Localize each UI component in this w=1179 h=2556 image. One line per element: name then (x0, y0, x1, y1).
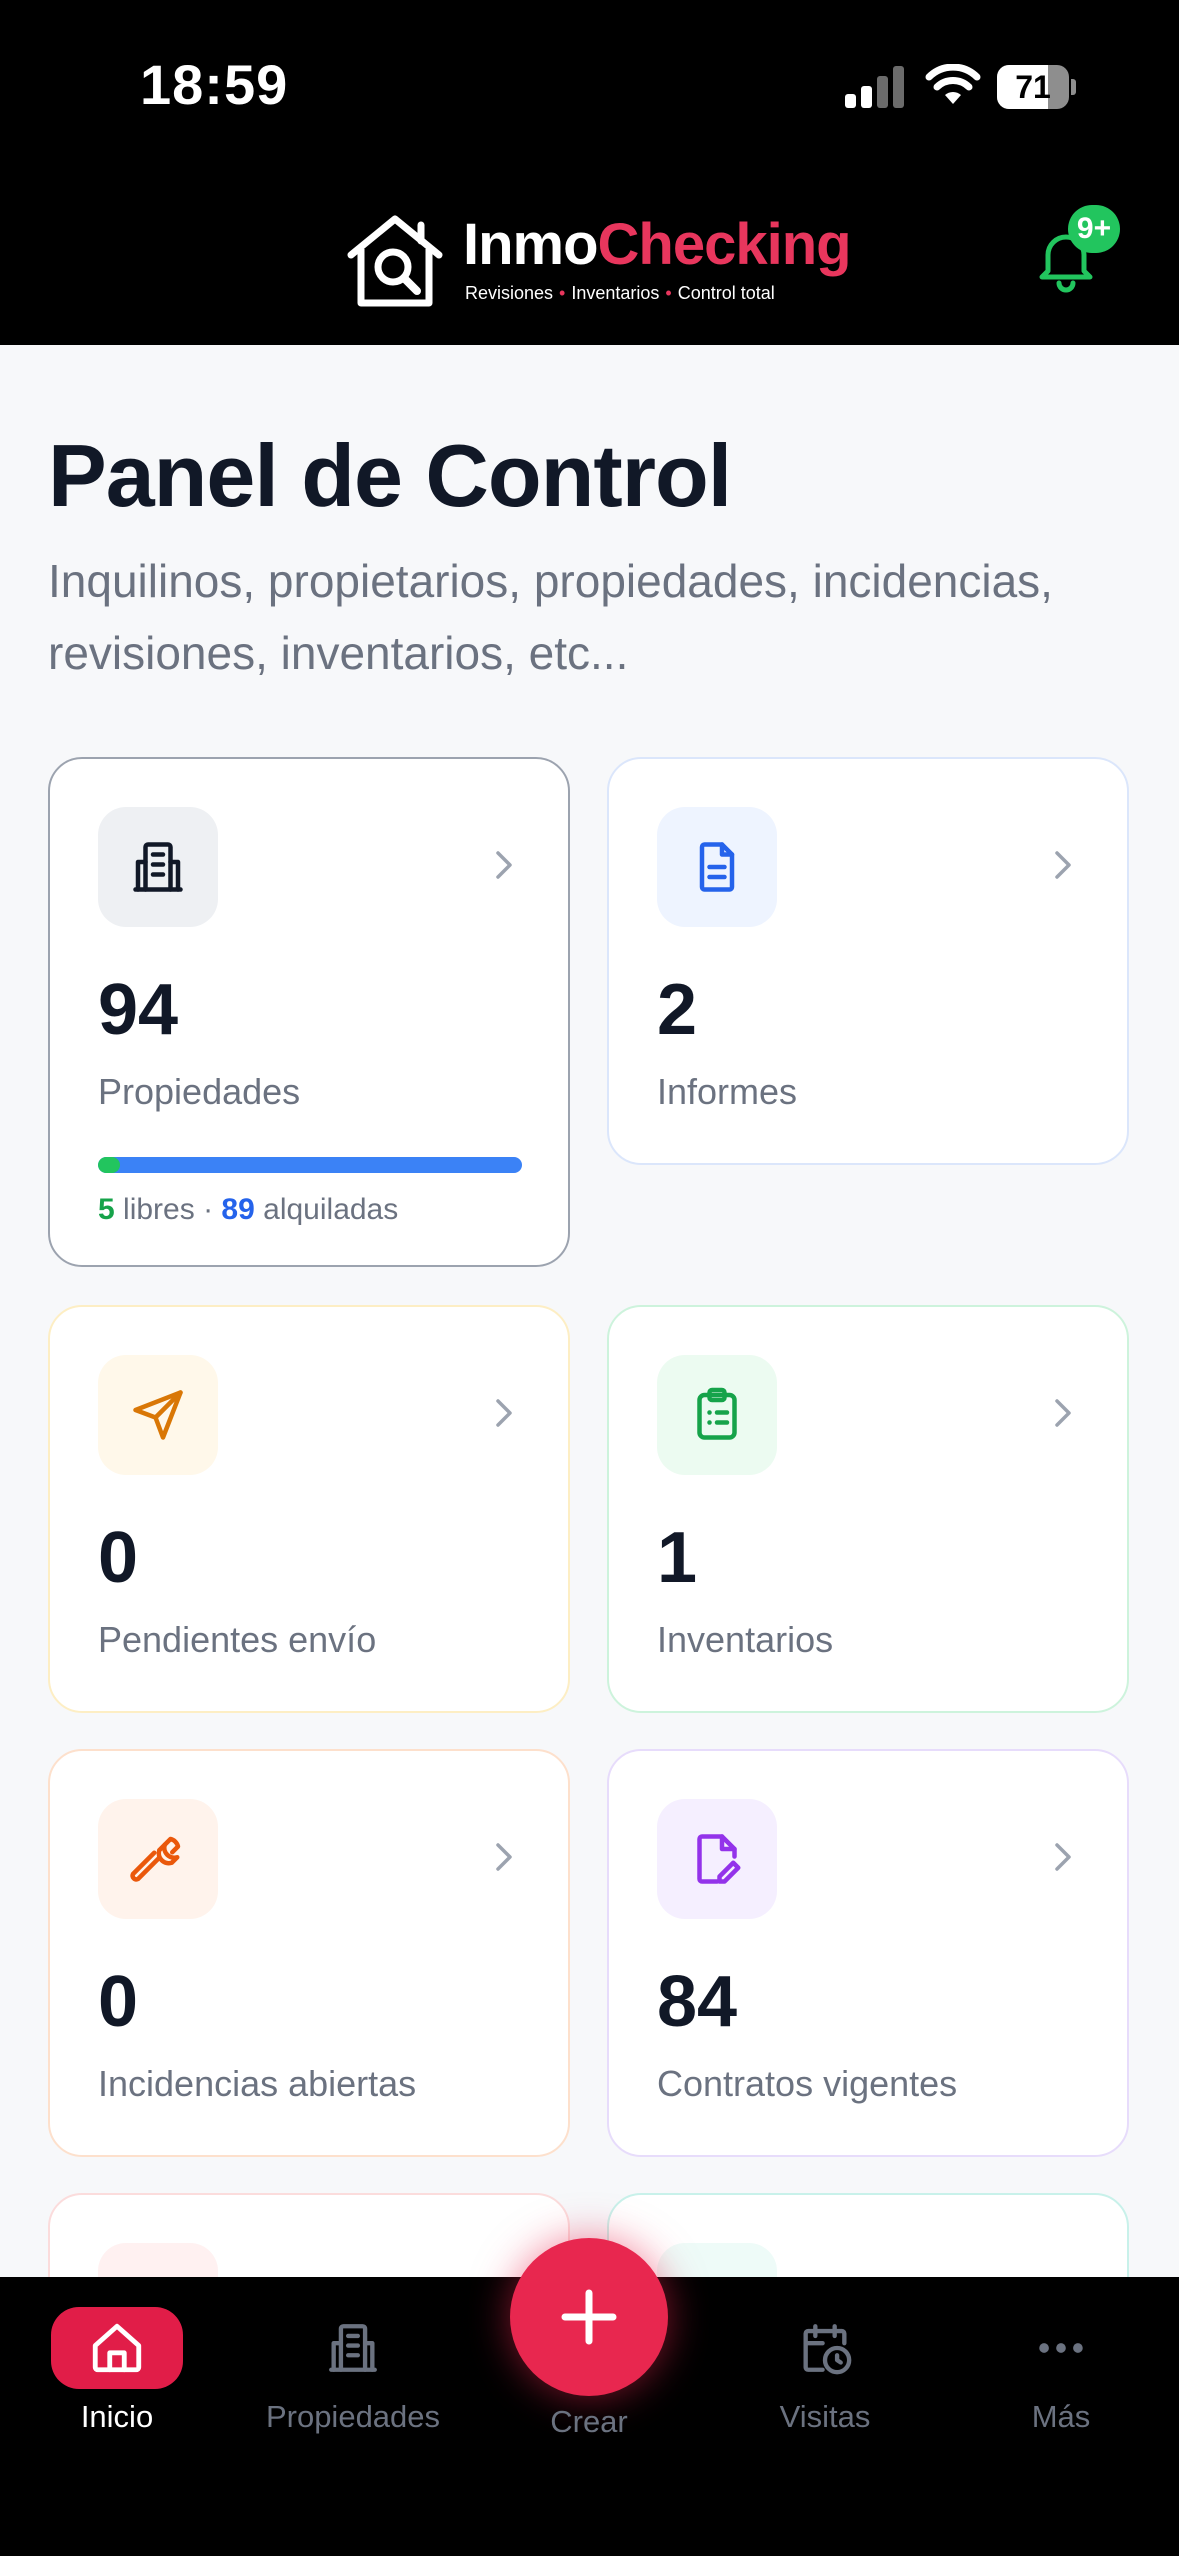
chevron-right-icon (496, 1843, 512, 1871)
create-button[interactable] (510, 2238, 668, 2396)
cellular-signal-icon (845, 66, 905, 108)
wifi-icon (925, 64, 981, 104)
chevron-right-icon (1055, 1399, 1071, 1427)
card-propiedades[interactable]: 94 Propiedades 5 libres · 89 alquiladas (48, 757, 570, 1267)
status-time: 18:59 (140, 53, 289, 116)
card-label: Incidencias abiertas (98, 2063, 417, 2104)
chevron-right-icon (496, 1399, 512, 1427)
plus-icon (561, 2289, 617, 2345)
nav-propiedades[interactable]: Propiedades (253, 2307, 453, 2447)
card-partial-left[interactable] (48, 2193, 570, 2277)
nav-label: Inicio (80, 2399, 154, 2434)
nav-visitas[interactable]: Visitas (725, 2307, 925, 2447)
card-contratos-vigentes[interactable]: 84 Contratos vigentes (607, 1749, 1129, 2157)
app-logo[interactable]: InmoChecking Revisiones • Inventarios • Cont… (345, 211, 852, 311)
card-icon-wrap (657, 807, 777, 927)
card-icon-wrap (98, 2243, 218, 2277)
calendar-clock-icon (803, 2324, 852, 2375)
card-icon-wrap (98, 1799, 218, 1919)
occupancy-progress-bar (98, 1157, 522, 1173)
card-value: 94 (98, 970, 179, 1050)
notification-badge: 9+ (1068, 205, 1120, 253)
card-icon-wrap (98, 807, 218, 927)
card-value: 0 (98, 1518, 139, 1598)
home-indicator (420, 2520, 760, 2532)
card-icon-wrap (657, 1355, 777, 1475)
logo-wordmark: InmoChecking (463, 212, 852, 277)
house-search-icon (347, 215, 443, 307)
chevron-right-icon (1055, 851, 1071, 879)
create-label: Crear (550, 2404, 628, 2439)
free-progress-fill (98, 1157, 121, 1173)
logo-tagline: Revisiones • Inventarios • Control total (465, 283, 775, 303)
chevron-right-icon (1055, 1843, 1071, 1871)
card-icon-wrap (657, 2243, 777, 2277)
nav-inicio[interactable]: Inicio (17, 2307, 217, 2447)
battery-percentage: 71 (1015, 69, 1051, 105)
nav-label: Visitas (779, 2399, 871, 2434)
battery-icon: 71 (997, 65, 1076, 109)
building-icon (133, 842, 183, 892)
card-value: 0 (98, 1962, 139, 2042)
clipboard-icon (697, 1387, 737, 1440)
edit-document-icon (697, 1834, 741, 1884)
card-partial-right[interactable] (607, 2193, 1129, 2277)
nav-label: Propiedades (265, 2399, 441, 2434)
building-icon (329, 2324, 377, 2372)
card-value: 84 (657, 1962, 738, 2042)
document-icon (699, 842, 735, 892)
occupancy-stats: 5 libres · 89 alquiladas (98, 1193, 399, 1226)
dashboard-content[interactable]: Panel de Control Inquilinos, propietario… (0, 345, 1179, 2277)
card-icon-wrap (98, 1355, 218, 1475)
page-title: Panel de Control (48, 426, 732, 525)
card-value: 1 (657, 1518, 698, 1598)
card-label: Contratos vigentes (657, 2063, 958, 2104)
wrench-icon (130, 1836, 181, 1882)
card-label: Inventarios (657, 1619, 834, 1660)
app-header: InmoChecking Revisiones • Inventarios • Cont… (0, 175, 1179, 345)
nav-mas[interactable]: Más (961, 2307, 1161, 2447)
card-label: Pendientes envío (98, 1619, 377, 1660)
card-icon-wrap (657, 1799, 777, 1919)
nav-label: Más (1031, 2399, 1091, 2434)
chevron-right-icon (496, 851, 512, 879)
card-label: Informes (657, 1071, 798, 1112)
card-label: Propiedades (98, 1071, 301, 1112)
more-icon (1039, 2343, 1083, 2353)
send-icon (133, 1390, 183, 1440)
home-icon (92, 2323, 142, 2373)
card-inventarios[interactable]: 1 Inventarios (607, 1305, 1129, 1713)
card-incidencias-abiertas[interactable]: 0 Incidencias abiertas (48, 1749, 570, 2157)
card-value: 2 (657, 970, 698, 1050)
card-informes[interactable]: 2 Informes (607, 757, 1129, 1165)
page-subtitle: Inquilinos, propietarios, propiedades, i… (48, 555, 1053, 679)
card-pendientes-envio[interactable]: 0 Pendientes envío (48, 1305, 570, 1713)
status-bar: 18:59 71 (0, 0, 1179, 175)
